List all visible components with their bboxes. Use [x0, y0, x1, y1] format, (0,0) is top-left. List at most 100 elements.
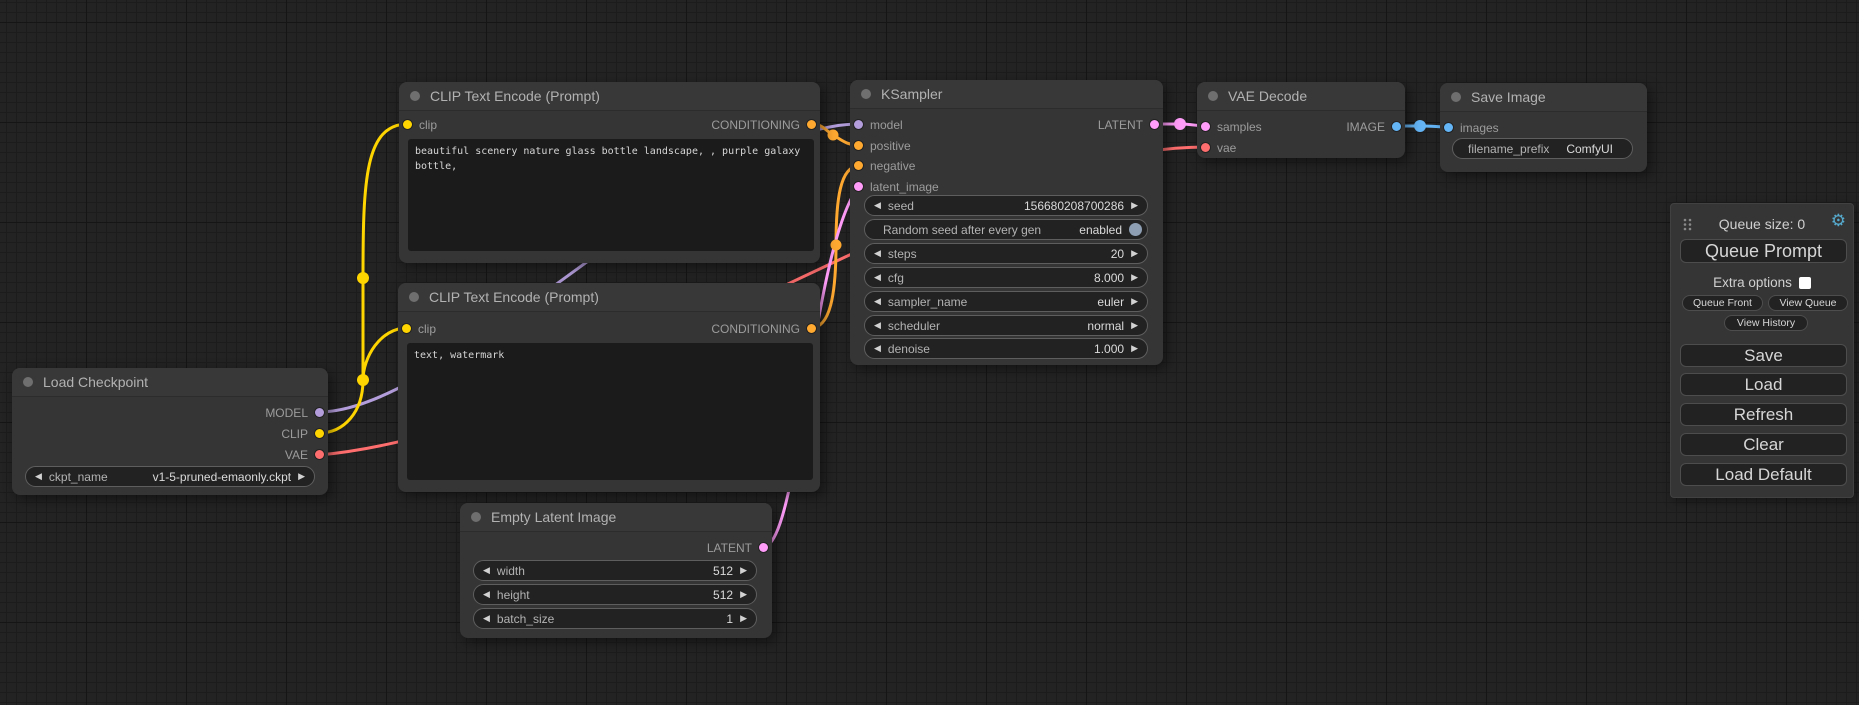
- image-slot-dot[interactable]: [1444, 123, 1453, 132]
- collapse-dot-icon[interactable]: [410, 91, 420, 101]
- load-button[interactable]: Load: [1680, 373, 1847, 396]
- decrement-arrow-icon[interactable]: ◀: [483, 614, 490, 623]
- output-slot-latent[interactable]: LATENT: [1098, 116, 1159, 133]
- toggle-icon[interactable]: [1129, 223, 1142, 236]
- view-history-button[interactable]: View History: [1724, 315, 1808, 331]
- queue-prompt-button[interactable]: Queue Prompt: [1680, 239, 1847, 263]
- output-slot-model[interactable]: MODEL: [265, 404, 324, 421]
- output-slot-clip[interactable]: CLIP: [281, 425, 324, 442]
- decrement-arrow-icon[interactable]: ◀: [874, 201, 881, 210]
- clip-slot-dot[interactable]: [403, 120, 412, 129]
- increment-arrow-icon[interactable]: ▶: [298, 472, 305, 481]
- scheduler-widget[interactable]: ◀ scheduler normal ▶: [864, 315, 1148, 336]
- output-slot-image[interactable]: IMAGE: [1346, 118, 1401, 135]
- decrement-arrow-icon[interactable]: ◀: [874, 344, 881, 353]
- model-slot-dot[interactable]: [854, 120, 863, 129]
- node-ksampler[interactable]: KSampler model positive negative latent_…: [850, 80, 1163, 365]
- node-empty-latent-image[interactable]: Empty Latent Image LATENT ◀ width 512 ▶ …: [460, 503, 772, 638]
- reroute-dot-image[interactable]: [1414, 120, 1426, 132]
- width-widget[interactable]: ◀ width 512 ▶: [473, 560, 757, 581]
- output-slot-vae[interactable]: VAE: [285, 446, 324, 463]
- filename-prefix-widget[interactable]: filename_prefix ComfyUI: [1452, 138, 1633, 159]
- denoise-widget[interactable]: ◀ denoise 1.000 ▶: [864, 338, 1148, 359]
- latent-slot-dot[interactable]: [854, 182, 863, 191]
- ckpt-name-widget[interactable]: ◀ ckpt_name v1-5-pruned-emaonly.ckpt ▶: [25, 466, 315, 487]
- node-title-bar[interactable]: CLIP Text Encode (Prompt): [399, 82, 820, 111]
- input-slot-clip[interactable]: clip: [403, 116, 437, 133]
- node-vae-decode[interactable]: VAE Decode samples vae IMAGE: [1197, 82, 1405, 158]
- node-title-bar[interactable]: Save Image: [1440, 83, 1647, 112]
- increment-arrow-icon[interactable]: ▶: [1131, 297, 1138, 306]
- node-title-bar[interactable]: CLIP Text Encode (Prompt): [398, 283, 820, 312]
- conditioning-slot-dot[interactable]: [807, 120, 816, 129]
- clip-slot-dot[interactable]: [402, 324, 411, 333]
- image-slot-dot[interactable]: [1392, 122, 1401, 131]
- increment-arrow-icon[interactable]: ▶: [1131, 249, 1138, 258]
- latent-slot-dot[interactable]: [1201, 122, 1210, 131]
- gear-icon[interactable]: ⚙: [1831, 212, 1846, 229]
- increment-arrow-icon[interactable]: ▶: [740, 614, 747, 623]
- input-slot-positive[interactable]: positive: [854, 137, 911, 154]
- increment-arrow-icon[interactable]: ▶: [1131, 201, 1138, 210]
- input-slot-images[interactable]: images: [1444, 119, 1499, 136]
- increment-arrow-icon[interactable]: ▶: [1131, 321, 1138, 330]
- input-slot-latent-image[interactable]: latent_image: [854, 178, 939, 195]
- decrement-arrow-icon[interactable]: ◀: [874, 321, 881, 330]
- decrement-arrow-icon[interactable]: ◀: [874, 249, 881, 258]
- extra-options-checkbox[interactable]: [1799, 277, 1811, 289]
- increment-arrow-icon[interactable]: ▶: [1131, 344, 1138, 353]
- collapse-dot-icon[interactable]: [409, 292, 419, 302]
- decrement-arrow-icon[interactable]: ◀: [483, 566, 490, 575]
- output-slot-conditioning[interactable]: CONDITIONING: [711, 320, 816, 337]
- node-title-bar[interactable]: Empty Latent Image: [460, 503, 772, 532]
- collapse-dot-icon[interactable]: [471, 512, 481, 522]
- decrement-arrow-icon[interactable]: ◀: [483, 590, 490, 599]
- node-graph-canvas[interactable]: Load Checkpoint MODEL CLIP VAE ◀ ckpt_na…: [0, 0, 1859, 705]
- save-button[interactable]: Save: [1680, 344, 1847, 367]
- decrement-arrow-icon[interactable]: ◀: [874, 273, 881, 282]
- reroute-dot-clip-upper[interactable]: [357, 272, 369, 284]
- vae-slot-dot[interactable]: [1201, 143, 1210, 152]
- input-slot-clip[interactable]: clip: [402, 320, 436, 337]
- collapse-dot-icon[interactable]: [23, 377, 33, 387]
- node-clip-text-encode-negative[interactable]: CLIP Text Encode (Prompt) clip CONDITION…: [398, 283, 820, 492]
- refresh-button[interactable]: Refresh: [1680, 403, 1847, 426]
- node-clip-text-encode-positive[interactable]: CLIP Text Encode (Prompt) clip CONDITION…: [399, 82, 820, 263]
- height-widget[interactable]: ◀ height 512 ▶: [473, 584, 757, 605]
- node-save-image[interactable]: Save Image images filename_prefix ComfyU…: [1440, 83, 1647, 172]
- conditioning-slot-dot[interactable]: [854, 141, 863, 150]
- collapse-dot-icon[interactable]: [861, 89, 871, 99]
- output-slot-latent[interactable]: LATENT: [707, 539, 768, 556]
- reroute-dot-clip-lower[interactable]: [357, 374, 369, 386]
- input-slot-samples[interactable]: samples: [1201, 118, 1262, 135]
- increment-arrow-icon[interactable]: ▶: [740, 590, 747, 599]
- node-title-bar[interactable]: Load Checkpoint: [12, 368, 328, 397]
- node-title-bar[interactable]: KSampler: [850, 80, 1163, 109]
- random-seed-toggle-widget[interactable]: Random seed after every gen enabled: [864, 219, 1148, 240]
- clip-slot-dot[interactable]: [315, 429, 324, 438]
- conditioning-slot-dot[interactable]: [807, 324, 816, 333]
- output-slot-conditioning[interactable]: CONDITIONING: [711, 116, 816, 133]
- input-slot-vae[interactable]: vae: [1201, 139, 1236, 156]
- latent-slot-dot[interactable]: [1150, 120, 1159, 129]
- conditioning-slot-dot[interactable]: [854, 161, 863, 170]
- reroute-dot-positive[interactable]: [828, 130, 839, 141]
- sampler-name-widget[interactable]: ◀ sampler_name euler ▶: [864, 291, 1148, 312]
- steps-widget[interactable]: ◀ steps 20 ▶: [864, 243, 1148, 264]
- latent-slot-dot[interactable]: [759, 543, 768, 552]
- node-title-bar[interactable]: VAE Decode: [1197, 82, 1405, 111]
- load-default-button[interactable]: Load Default: [1680, 463, 1847, 486]
- vae-slot-dot[interactable]: [315, 450, 324, 459]
- decrement-arrow-icon[interactable]: ◀: [35, 472, 42, 481]
- decrement-arrow-icon[interactable]: ◀: [874, 297, 881, 306]
- view-queue-button[interactable]: View Queue: [1768, 295, 1848, 311]
- collapse-dot-icon[interactable]: [1451, 92, 1461, 102]
- batch-size-widget[interactable]: ◀ batch_size 1 ▶: [473, 608, 757, 629]
- model-slot-dot[interactable]: [315, 408, 324, 417]
- negative-prompt-textarea[interactable]: text, watermark: [407, 343, 813, 480]
- increment-arrow-icon[interactable]: ▶: [740, 566, 747, 575]
- node-load-checkpoint[interactable]: Load Checkpoint MODEL CLIP VAE ◀ ckpt_na…: [12, 368, 328, 495]
- queue-front-button[interactable]: Queue Front: [1682, 295, 1763, 311]
- reroute-dot-latent[interactable]: [1174, 118, 1186, 130]
- input-slot-negative[interactable]: negative: [854, 157, 915, 174]
